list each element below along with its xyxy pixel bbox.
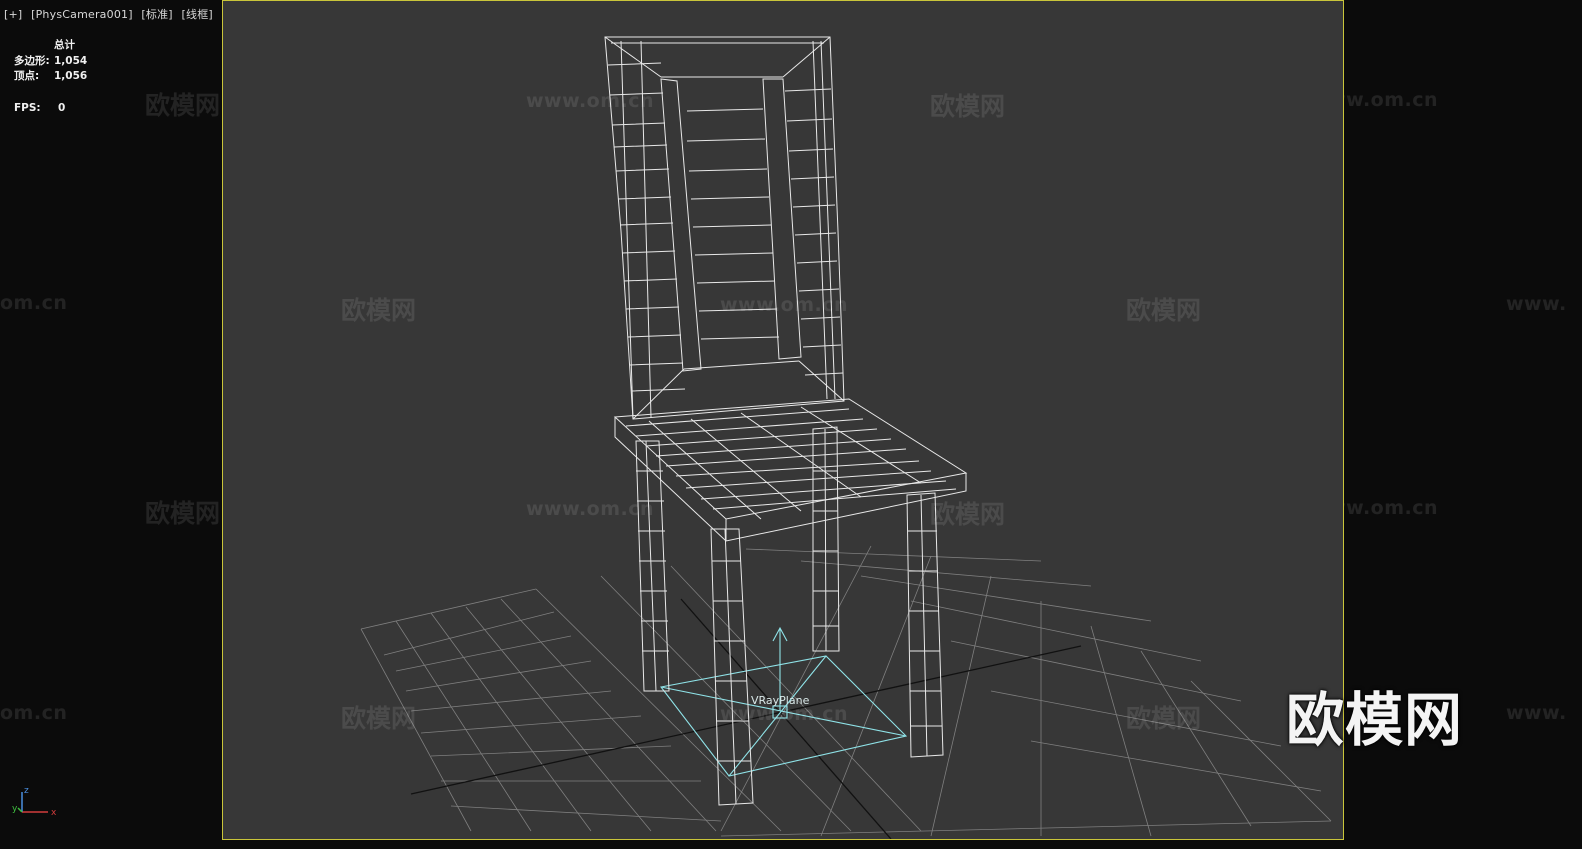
vray-plane-label[interactable]: VRayPlane [751, 694, 809, 707]
stats-row-vertices: 顶点: 1,056 [14, 69, 87, 85]
axis-x-label: x [51, 808, 57, 818]
watermark-url-fragment: www. [1506, 702, 1567, 724]
watermark-logo: 欧模网 [930, 92, 1006, 121]
watermark-url: www.om.cn [526, 90, 655, 112]
watermark-url-fragment: om.cn [0, 702, 68, 724]
stats-value: 1,054 [54, 54, 88, 67]
axis-z-label: z [24, 786, 29, 796]
fps-readout: FPS: 0 [14, 101, 87, 117]
watermark-logo: 欧模网 [145, 91, 221, 120]
scene-statistics: 总计 多边形: 1,054 顶点: 1,056 FPS: 0 [14, 38, 87, 116]
stats-value: 1,056 [54, 70, 88, 82]
axis-y-label: y [12, 804, 18, 814]
viewport-menu-button[interactable]: [+] [4, 8, 22, 21]
watermark-logo: 欧模网 [1126, 296, 1202, 325]
watermark-url-fragment: www. [1506, 293, 1567, 315]
watermark-logo: 欧模网 [930, 500, 1006, 529]
axis-tripod-icon: x z y [12, 786, 57, 818]
stats-label: 顶点: [14, 70, 40, 82]
display-mode-label[interactable]: [线框] [182, 8, 213, 21]
watermark-url-fragment: om.cn [0, 292, 68, 314]
perspective-viewport[interactable]: www.om.cn 欧模网 欧模网 www.om.cn 欧模网 www.om.c… [222, 0, 1344, 840]
watermark-url: www.om.cn [720, 294, 849, 316]
viewport-label-bar: [+] [PhysCamera001] [标准] [线框] [4, 6, 218, 22]
camera-view-label[interactable]: [PhysCamera001] [31, 8, 133, 21]
shading-preset-label[interactable]: [标准] [141, 8, 172, 21]
watermark-logo: 欧模网 [1126, 704, 1202, 733]
watermark-url: www.om.cn [526, 498, 655, 520]
watermark-logo: 欧模网 [145, 499, 221, 528]
fps-value: 0 [58, 101, 66, 114]
watermark-logo: 欧模网 [341, 296, 417, 325]
stats-row-polygons: 多边形: 1,054 [14, 54, 87, 70]
ground-grid [360, 545, 1332, 837]
watermark-logo: 欧模网 [341, 704, 417, 733]
brand-logo: 欧模网 [1286, 686, 1464, 754]
chair-wireframe[interactable] [604, 36, 968, 806]
stats-header: 总计 [54, 39, 75, 51]
stats-label: 多边形: [14, 54, 50, 67]
fps-label: FPS: [14, 101, 41, 114]
